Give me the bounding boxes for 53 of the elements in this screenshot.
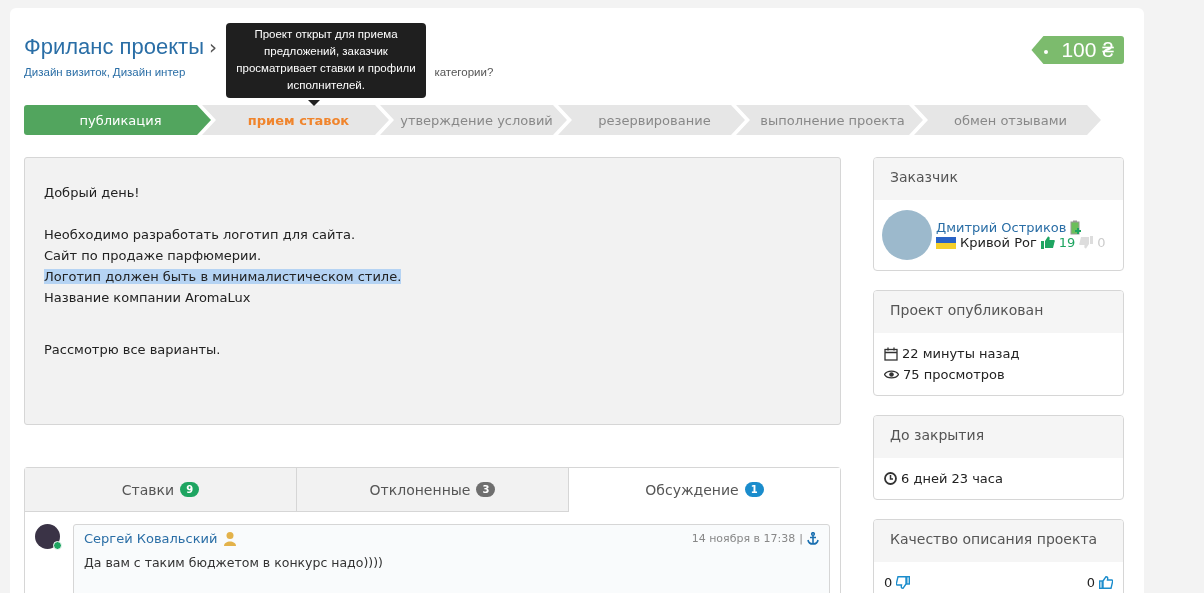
description-text: Логотип должен быть в минималистическом стиле.: [44, 269, 402, 284]
thumbs-up-icon[interactable]: [1099, 576, 1113, 589]
published-time: 22 минуты назад: [902, 345, 1020, 363]
views-count: 75 просмотров: [903, 366, 1005, 384]
thumbs-down-icon[interactable]: [896, 576, 911, 589]
comment-text: Да вам с таким бюджетом в конкурс надо)))): [84, 555, 384, 570]
description-text: Рассмотрю все варианты.: [44, 342, 221, 357]
anchor-icon[interactable]: [807, 532, 819, 545]
comment-author[interactable]: Сергей Ковальский: [84, 531, 218, 546]
count-badge: 3: [476, 482, 496, 497]
tab[interactable]: Ставки 9: [25, 468, 297, 512]
user-icon: [223, 531, 238, 546]
category-link[interactable]: Дизайн интер: [112, 66, 186, 78]
up-count: 0: [1086, 574, 1095, 592]
count-badge: 9: [180, 482, 200, 497]
avatar: [35, 524, 60, 549]
panel-title: Проект опубликован: [874, 291, 1123, 333]
price-tag: 100 ₴: [1031, 36, 1124, 64]
progress-step: резервирование: [558, 105, 745, 135]
category-link[interactable]: Дизайн визиток,: [24, 66, 110, 78]
avatar: [882, 210, 932, 260]
comment-date: 14 ноября в 17:38: [691, 532, 796, 545]
progress-step: прием ставок: [202, 105, 389, 135]
time-remaining: 6 дней 23 часа: [901, 470, 1003, 488]
progress-step: публикация: [24, 105, 211, 135]
down-count: 0: [884, 574, 893, 592]
panel-title: Заказчик: [874, 158, 1123, 200]
description-text: Название компании AromaLux: [44, 290, 251, 305]
calendar-icon: [884, 346, 898, 361]
clock-icon: [884, 472, 897, 485]
progress-step: выполнение проекта: [736, 105, 923, 135]
likes-count: 19: [1058, 235, 1076, 250]
flag-icon: [936, 236, 956, 249]
divider-text: |: [799, 532, 803, 545]
progress-step: обмен отзывами: [914, 105, 1101, 135]
thumbs-up-icon: [1040, 236, 1055, 249]
category-hint[interactable]: категории?: [434, 66, 494, 78]
description-text: Сайт по продаже парфюмерии.: [44, 248, 262, 263]
tooltip: Проект открыт для приема предложений, заказчик просматривает ставки и профили исполнителей.: [226, 23, 426, 98]
thumbs-down-icon: [1079, 236, 1094, 249]
tab[interactable]: Отклоненные 3: [297, 468, 569, 512]
eye-icon: [884, 369, 899, 380]
breadcrumb-separator: ›: [208, 35, 217, 59]
count-badge: 1: [744, 482, 764, 497]
progress-step: утверждение условий: [380, 105, 567, 135]
customer-city: Кривой Рог: [960, 235, 1037, 250]
description-text: Необходимо разработать логотип для сайта.: [44, 227, 356, 242]
panel-title: Качество описания проекта: [874, 520, 1123, 562]
description-text: Добрый день!: [44, 185, 140, 200]
battery-icon: [1070, 220, 1083, 235]
breadcrumb-link[interactable]: Фриланс проекты: [24, 34, 204, 60]
panel-title: До закрытия: [874, 416, 1123, 458]
customer-name[interactable]: Дмитрий Остриков: [936, 220, 1067, 235]
